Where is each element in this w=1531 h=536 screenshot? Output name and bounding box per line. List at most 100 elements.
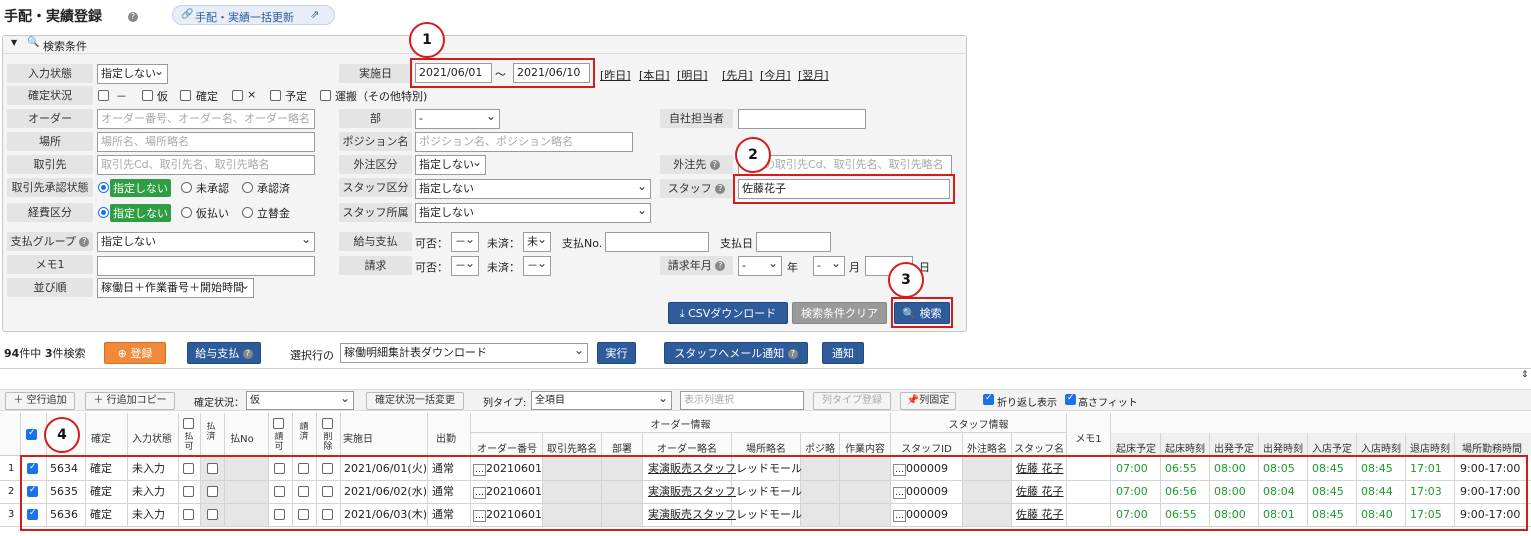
callout-3: 3 — [888, 262, 924, 298]
date-link-tomorrow[interactable]: [明日] — [677, 67, 708, 83]
col-type-register-button[interactable]: 列タイプ登録 — [813, 392, 891, 410]
staff-type-select[interactable]: 指定しない — [415, 179, 651, 199]
expense-radio-advance[interactable] — [181, 207, 192, 218]
confirm-status-label: 確定状況： — [194, 398, 244, 409]
bill-year-select[interactable]: - — [738, 256, 782, 276]
label-place: 場所 — [7, 132, 93, 151]
staff-mail-button[interactable]: スタッフへメール通知 ? — [664, 342, 808, 364]
order-search-input[interactable]: オーダー番号、オーダー名、オーダー略名 — [97, 109, 315, 129]
select-all-checkbox[interactable] — [26, 428, 37, 440]
collapse-arrow-icon: ▼ — [11, 38, 18, 47]
add-empty-row-button[interactable]: ＋ 空行追加 — [5, 392, 75, 410]
place-search-input[interactable]: 場所名、場所略名 — [97, 132, 315, 152]
sort-select[interactable]: 稼働日＋作業番号＋開始時間 — [97, 278, 254, 298]
date-link-last-month[interactable]: [先月] — [722, 67, 753, 83]
label-customer-approval: 取引先承認状態 — [7, 178, 93, 197]
confirm-cb-confirmed[interactable] — [180, 90, 191, 101]
expense-radio-any[interactable] — [98, 207, 109, 218]
approval-radio-any[interactable] — [98, 182, 109, 193]
wrap-display-checkbox[interactable] — [983, 393, 994, 405]
col-fix-button[interactable]: 📌列固定 — [900, 392, 956, 410]
register-button[interactable]: ⊕ 登録 — [104, 342, 166, 364]
billing-allow-select[interactable]: － — [451, 256, 479, 276]
col-header-bill-allow-checkbox[interactable] — [273, 418, 284, 429]
outsource-type-select[interactable]: 指定しない — [415, 155, 486, 175]
csv-download-button[interactable]: ⤓ CSVダウンロード — [668, 302, 788, 324]
dept-select[interactable]: - — [415, 109, 500, 129]
col-header-delete: 削除 — [323, 432, 333, 452]
confirm-cb-tentative[interactable] — [142, 90, 153, 101]
label-pay-group: 支払グループ ? — [7, 232, 93, 251]
help-icon[interactable]: ? — [715, 261, 726, 271]
memo1-input[interactable] — [97, 256, 315, 276]
salary-no-label: 支払No. — [562, 237, 603, 250]
input-state-select[interactable]: 指定しない — [97, 64, 168, 84]
bulk-update-link[interactable]: 🔗 手配・実績一括更新 ⇗ — [172, 5, 335, 25]
label-impl-date: 実施日 — [339, 64, 412, 83]
col-header-delete-checkbox[interactable] — [322, 418, 333, 429]
date-link-today[interactable]: [本日] — [639, 67, 670, 83]
label-salary: 給与支払 — [339, 232, 412, 251]
confirm-cb-x[interactable] — [232, 90, 243, 101]
date-link-next-month[interactable]: [翌月] — [798, 67, 829, 83]
display-col-select[interactable]: 表示列選択 — [680, 391, 804, 410]
own-staff-input[interactable] — [738, 109, 866, 129]
confirm-option-tentative: 仮 — [157, 90, 168, 103]
clear-conditions-button[interactable]: 検索条件クリア — [792, 302, 887, 324]
approval-option-approved: 承認済 — [257, 182, 290, 195]
help-icon: ? — [787, 349, 798, 359]
staff-dept-select[interactable]: 指定しない — [415, 203, 651, 223]
help-icon[interactable]: ? — [128, 10, 138, 23]
help-icon[interactable]: ? — [709, 160, 720, 170]
date-link-this-month[interactable]: [今月] — [760, 67, 791, 83]
salary-no-input[interactable] — [605, 232, 709, 252]
billing-unpaid-select[interactable]: － — [523, 256, 551, 276]
salary-allow-select[interactable]: － — [451, 232, 479, 252]
bulk-change-button[interactable]: 確定状況一括変更 — [366, 392, 464, 410]
notify-button[interactable]: 通知 — [822, 342, 864, 364]
date-link-yesterday[interactable]: [昨日] — [600, 67, 631, 83]
confirm-cb-none[interactable] — [98, 90, 109, 101]
salary-payment-button[interactable]: 給与支払 ? — [187, 342, 261, 364]
label-order: オーダー — [7, 109, 93, 128]
confirm-status-select[interactable]: 仮 — [246, 391, 354, 410]
col-header-attend: 出勤 — [436, 434, 456, 445]
expense-option-advance: 仮払い — [196, 207, 229, 220]
approval-radio-unapproved[interactable] — [181, 182, 192, 193]
customer-search-input[interactable]: 取引先Cd、取引先名、取引先略名 — [97, 155, 315, 175]
run-button[interactable]: 実行 — [597, 342, 636, 364]
copy-row-button[interactable]: ＋ 行追加コピー — [85, 392, 175, 410]
approval-radio-approved[interactable] — [242, 182, 253, 193]
label-memo1: メモ1 — [7, 255, 93, 274]
pay-date-input[interactable] — [756, 232, 831, 252]
confirm-option-confirmed: 確定 — [196, 90, 218, 103]
position-search-input[interactable]: ポジション名、ポジション略名 — [415, 132, 633, 152]
bill-month-select[interactable]: - — [813, 256, 845, 276]
help-icon[interactable]: ? — [715, 184, 726, 194]
label-staff-dept: スタッフ所属 — [339, 203, 412, 222]
confirm-cb-plan[interactable] — [270, 90, 281, 101]
col-type-select[interactable]: 全項目 — [531, 391, 672, 410]
expense-option-reimburse: 立替金 — [257, 207, 290, 220]
annotation-box-search — [891, 297, 953, 328]
height-fit-checkbox[interactable] — [1065, 393, 1076, 405]
height-fit-label: 高さフィット — [1078, 398, 1138, 409]
confirm-option-plan: 予定 — [285, 90, 307, 103]
expense-radio-reimburse[interactable] — [242, 207, 253, 218]
col-header-order-name: オーダー略名 — [657, 444, 717, 455]
salary-unpaid-select[interactable]: 未 — [523, 232, 551, 252]
col-header-pay-allow-checkbox[interactable] — [183, 418, 194, 429]
callout-2: 2 — [735, 137, 771, 173]
col-header-staff-name: スタッフ名 — [1014, 444, 1064, 455]
expand-icon[interactable]: ⇕ — [1521, 370, 1529, 380]
page-title: 手配・実績登録 — [4, 9, 102, 25]
action-select[interactable]: 稼働明細集計表ダウンロード — [340, 343, 588, 363]
link-icon: 🔗 — [181, 9, 194, 20]
confirm-cb-transport[interactable] — [320, 90, 331, 101]
help-icon[interactable]: ? — [79, 237, 90, 247]
search-panel-header[interactable]: ▼ 🔍 検索条件 — [3, 36, 966, 54]
salary-unpaid-label: 未済： — [487, 237, 520, 250]
annotation-box-rows — [20, 455, 1528, 531]
billing-unpaid-label: 未済： — [487, 261, 520, 274]
pay-group-select[interactable]: 指定しない — [97, 232, 315, 252]
